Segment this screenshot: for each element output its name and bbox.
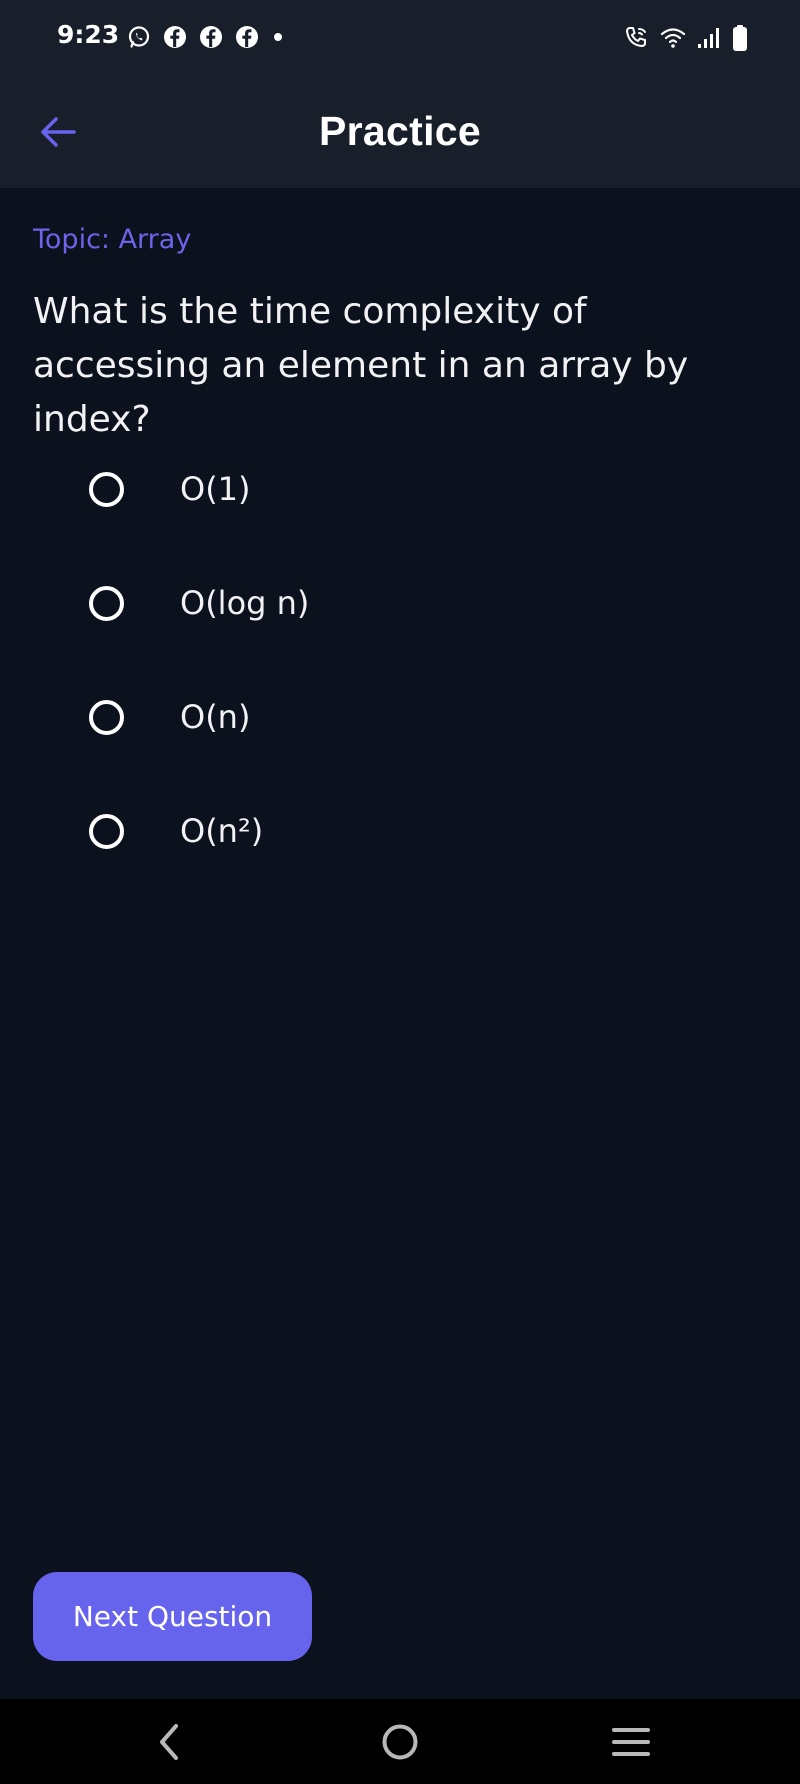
nav-back-icon	[160, 1724, 178, 1760]
next-question-button[interactable]: Next Question	[33, 1572, 312, 1661]
answer-option[interactable]: O(n²)	[0, 774, 800, 888]
nav-back-button[interactable]	[139, 1717, 199, 1767]
answer-option[interactable]: O(log n)	[0, 546, 800, 660]
radio-button[interactable]	[89, 472, 124, 507]
radio-button[interactable]	[89, 700, 124, 735]
wifi-call-icon	[625, 27, 646, 48]
facebook-icon	[200, 26, 222, 48]
battery-icon	[733, 25, 747, 51]
answer-options: O(1) O(log n) O(n) O(n²)	[0, 432, 800, 888]
option-label: O(n)	[180, 698, 251, 736]
back-button[interactable]	[28, 108, 88, 156]
system-icons	[624, 24, 748, 52]
dot-icon	[274, 33, 282, 41]
status-bar: 9:23	[0, 0, 800, 75]
radio-button[interactable]	[89, 586, 124, 621]
radio-button[interactable]	[89, 814, 124, 849]
whatsapp-icon	[128, 26, 150, 48]
navigation-bar	[0, 1699, 800, 1784]
nav-menu-button[interactable]	[601, 1717, 661, 1767]
facebook-icon	[164, 26, 186, 48]
topic-label: Topic: Array	[33, 224, 192, 255]
question-text: What is the time complexity of accessing…	[33, 291, 689, 440]
wifi-icon	[660, 28, 686, 48]
answer-option[interactable]: O(1)	[0, 432, 800, 546]
arrow-left-icon	[41, 117, 76, 147]
answer-option[interactable]: O(n)	[0, 660, 800, 774]
nav-home-button[interactable]	[370, 1717, 430, 1767]
option-label: O(log n)	[180, 584, 310, 622]
page-title: Practice	[319, 108, 481, 154]
signal-icon	[698, 28, 719, 48]
nav-menu-icon	[612, 1728, 650, 1756]
option-label: O(1)	[180, 470, 251, 508]
app-bar: Practice	[0, 75, 800, 188]
facebook-icon	[236, 26, 258, 48]
nav-home-icon	[382, 1724, 418, 1760]
notification-icons	[127, 25, 285, 49]
status-time: 9:23	[57, 20, 120, 49]
option-label: O(n²)	[180, 812, 264, 850]
